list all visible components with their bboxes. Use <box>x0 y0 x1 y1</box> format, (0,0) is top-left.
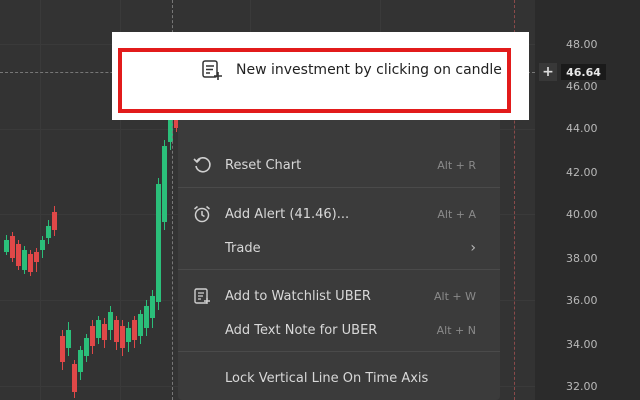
alarm-icon <box>194 205 210 223</box>
price-tick: 46.00 <box>566 80 598 93</box>
grid-line <box>40 0 41 400</box>
candle-body[interactable] <box>84 338 89 356</box>
candle-body[interactable] <box>10 236 15 258</box>
menu-separator <box>178 351 500 352</box>
candle-body[interactable] <box>126 328 131 342</box>
menu-item-shortcut: Alt + R <box>437 158 476 172</box>
candle-body[interactable] <box>156 184 161 302</box>
menu-item-label: Add to Watchlist UBER <box>225 288 371 304</box>
candle-body[interactable] <box>60 336 65 362</box>
price-tick: 48.00 <box>566 38 598 51</box>
menu-item-add-to-watchlist[interactable]: Add to Watchlist UBER Alt + W <box>178 280 500 312</box>
candle-body[interactable] <box>108 312 113 330</box>
menu-item-shortcut: Alt + W <box>434 289 476 303</box>
candle-body[interactable] <box>16 244 21 266</box>
price-tick: 42.00 <box>566 166 598 179</box>
menu-item-shortcut: Alt + A <box>437 207 476 221</box>
watchlist-add-icon <box>194 288 210 304</box>
menu-item-trade[interactable]: Trade › <box>178 232 500 264</box>
price-tick: 36.00 <box>566 294 598 307</box>
menu-separator <box>178 269 500 270</box>
chart-window: 48.00 46.00 44.00 42.00 40.00 38.00 36.0… <box>0 0 640 400</box>
candle-body[interactable] <box>28 254 33 272</box>
candle-body[interactable] <box>144 306 149 328</box>
menu-item-label: Trade <box>225 240 261 256</box>
current-price-label: + 46.64 <box>539 63 606 81</box>
menu-item-add-alert[interactable]: Add Alert (41.46)... Alt + A <box>178 198 500 230</box>
menu-item-label: Lock Vertical Line On Time Axis <box>225 370 429 386</box>
candle-body[interactable] <box>22 250 27 270</box>
menu-item-lock-vertical-line[interactable]: Lock Vertical Line On Time Axis <box>178 362 500 394</box>
candle-body[interactable] <box>4 240 9 252</box>
highlight-annotation-box <box>118 48 511 113</box>
candle-body[interactable] <box>150 296 155 318</box>
candle-body[interactable] <box>40 240 45 250</box>
candle-body[interactable] <box>162 146 167 222</box>
candle-body[interactable] <box>66 330 71 348</box>
price-tick: 44.00 <box>566 122 598 135</box>
candle-body[interactable] <box>138 314 143 336</box>
candle-body[interactable] <box>46 226 51 238</box>
menu-item-label: Add Alert (41.46)... <box>225 206 350 222</box>
current-price-value: 46.64 <box>566 65 601 79</box>
menu-item-reset-chart[interactable]: Reset Chart Alt + R <box>178 149 500 181</box>
menu-item-add-text-note[interactable]: Add Text Note for UBER Alt + N <box>178 314 500 346</box>
candle-body[interactable] <box>120 326 125 348</box>
price-tick: 34.00 <box>566 338 598 351</box>
price-tick: 32.00 <box>566 380 598 393</box>
chevron-right-icon: › <box>470 240 476 256</box>
menu-item-label: Reset Chart <box>225 157 302 173</box>
reset-icon <box>193 157 211 173</box>
candle-body[interactable] <box>52 212 57 230</box>
price-tick: 38.00 <box>566 252 598 265</box>
candle-body[interactable] <box>96 320 101 338</box>
plus-icon[interactable]: + <box>539 63 557 81</box>
candle-body[interactable] <box>72 364 77 392</box>
menu-separator <box>178 187 500 188</box>
price-tick: 40.00 <box>566 208 598 221</box>
candle-body[interactable] <box>114 320 119 342</box>
candle-body[interactable] <box>90 326 95 346</box>
candle-body[interactable] <box>34 252 39 262</box>
menu-item-label: Add Text Note for UBER <box>225 322 378 338</box>
candle-body[interactable] <box>78 350 83 372</box>
candle-body[interactable] <box>102 324 107 340</box>
candle-body[interactable] <box>132 320 137 340</box>
menu-item-shortcut: Alt + N <box>436 323 476 337</box>
